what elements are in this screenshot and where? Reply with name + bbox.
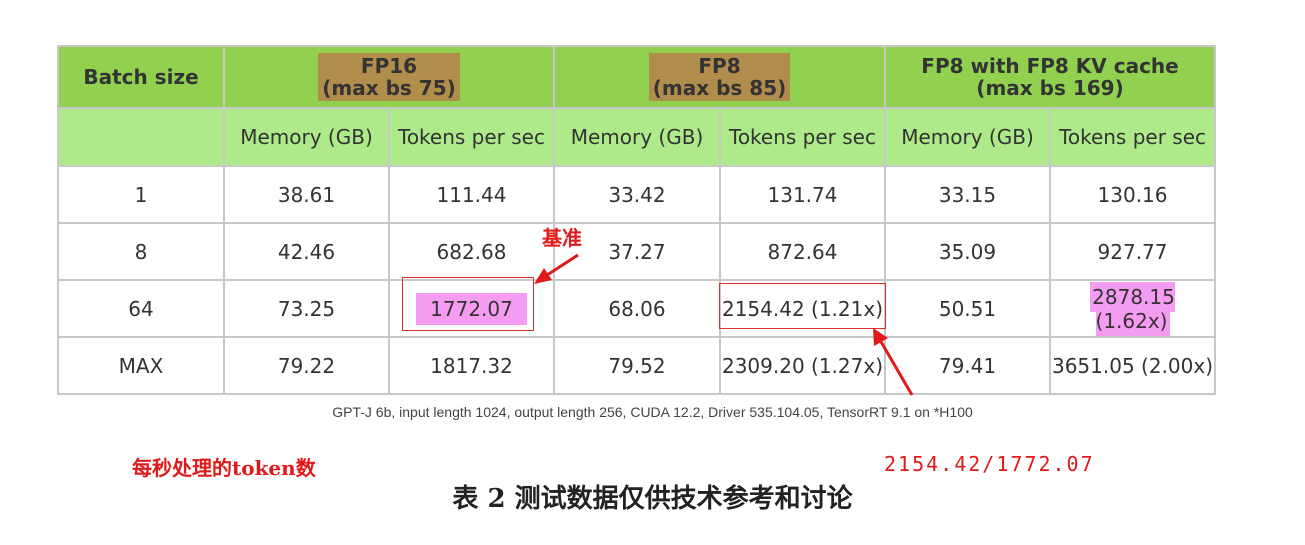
table-caption: GPT-J 6b, input length 1024, output leng… [332, 404, 973, 420]
page-title: 表 2 测试数据仅供技术参考和讨论 [452, 484, 853, 514]
ratio-note: 2154.42/1772.07 [884, 452, 1095, 476]
baseline-label: 基准 [542, 226, 582, 250]
tokens-per-sec-note: 每秒处理的token数 [132, 456, 316, 480]
ratio-arrow-icon [873, 328, 914, 396]
baseline-arrow-icon [534, 253, 579, 284]
